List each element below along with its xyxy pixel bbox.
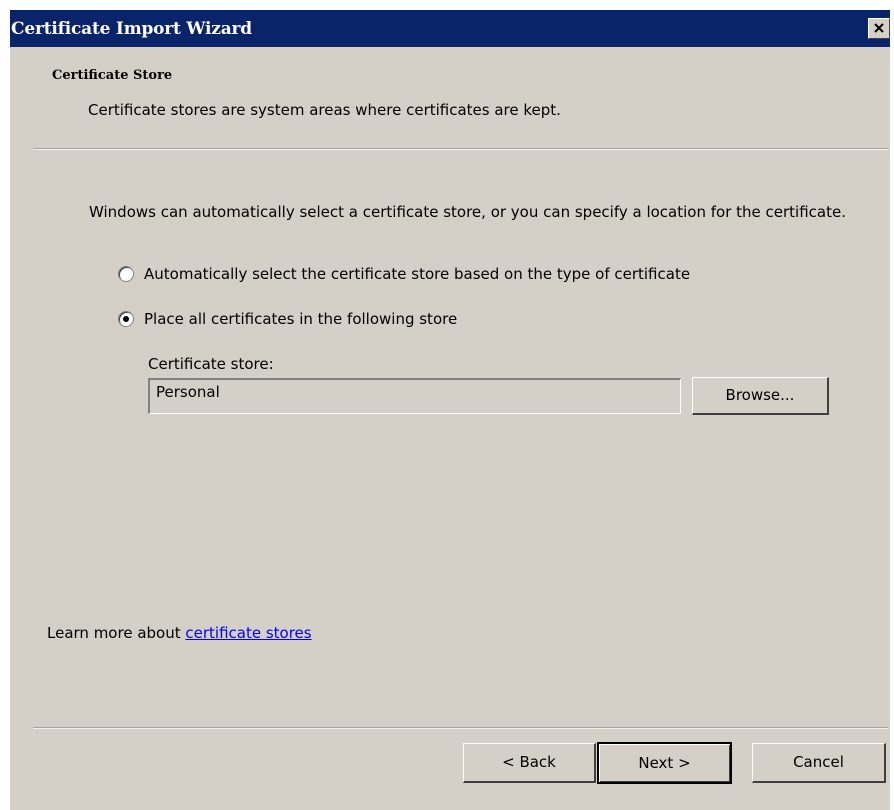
- header-separator: [33, 148, 888, 150]
- radio-label-automatic[interactable]: Automatically select the certificate sto…: [144, 265, 690, 283]
- radio-option-place-all[interactable]: Place all certificates in the following …: [118, 309, 457, 329]
- radio-selected-dot: [123, 316, 129, 322]
- browse-button[interactable]: Browse...: [692, 377, 829, 415]
- cancel-button[interactable]: Cancel: [752, 743, 886, 783]
- radio-button-automatic[interactable]: [118, 266, 134, 282]
- certificate-import-wizard-window: Certificate Import Wizard Certificate St…: [10, 10, 890, 810]
- radio-button-place-all[interactable]: [118, 311, 134, 327]
- certificate-store-label: Certificate store:: [148, 355, 274, 373]
- certificate-stores-link[interactable]: certificate stores: [185, 624, 311, 642]
- page-title: Certificate Store: [52, 68, 173, 83]
- intro-text: Windows can automatically select a certi…: [89, 203, 846, 221]
- footer-separator: [33, 727, 888, 729]
- back-button[interactable]: < Back: [463, 743, 596, 783]
- radio-option-automatic[interactable]: Automatically select the certificate sto…: [118, 264, 690, 284]
- close-icon: [874, 23, 884, 33]
- radio-label-place-all[interactable]: Place all certificates in the following …: [144, 310, 457, 328]
- window-title: Certificate Import Wizard: [11, 19, 252, 39]
- title-bar: Certificate Import Wizard: [10, 10, 890, 47]
- close-button[interactable]: [868, 18, 890, 39]
- learn-more-text: Learn more about certificate stores: [47, 624, 312, 642]
- page-subtitle: Certificate stores are system areas wher…: [88, 101, 561, 119]
- next-button[interactable]: Next >: [597, 742, 732, 784]
- learn-more-prefix: Learn more about: [47, 624, 186, 642]
- certificate-store-field[interactable]: [148, 378, 681, 414]
